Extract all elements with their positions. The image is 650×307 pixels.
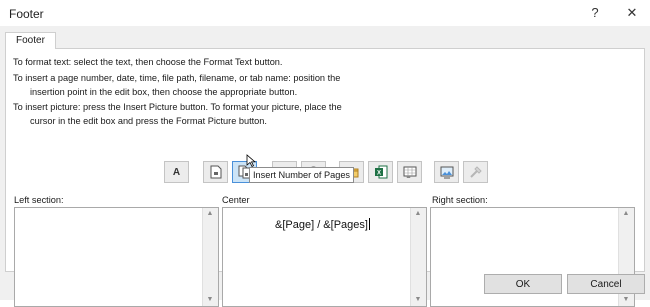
instruction-line: To format text: select the text, then ch…: [13, 57, 283, 67]
center-section-label: Center: [222, 195, 250, 205]
center-section-scrollbar[interactable]: ▲ ▼: [410, 208, 426, 306]
letter-a-icon: A: [172, 166, 181, 178]
instruction-line: insertion point in the edit box, then ch…: [30, 87, 298, 97]
tab-panel: To format text: select the text, then ch…: [5, 48, 645, 307]
window-title: Footer: [9, 7, 44, 21]
dialog-body: Footer To format text: select the text, …: [0, 26, 650, 307]
left-section-scrollbar[interactable]: ▲ ▼: [202, 208, 218, 306]
tab-footer[interactable]: Footer: [5, 32, 56, 49]
scroll-up-icon[interactable]: ▲: [622, 210, 630, 217]
sheet-tab-icon: [403, 166, 416, 178]
instruction-line: cursor in the edit box and press the For…: [30, 116, 267, 126]
close-icon[interactable]: ✕: [623, 4, 641, 22]
insert-page-number-button[interactable]: [203, 161, 228, 183]
excel-file-icon: X: [374, 165, 387, 179]
instruction-line: To insert picture: press the Insert Pict…: [13, 102, 342, 112]
left-section-editbox[interactable]: ▲ ▼: [14, 207, 219, 307]
insert-picture-button[interactable]: [434, 161, 459, 183]
picture-icon: [440, 166, 453, 178]
page-number-icon: [210, 165, 221, 179]
right-section-label: Right section:: [432, 195, 488, 205]
insert-sheet-name-button[interactable]: [397, 161, 422, 183]
mouse-pointer-icon: [246, 154, 256, 168]
scroll-up-icon[interactable]: ▲: [206, 210, 214, 217]
title-bar: Footer ? ✕: [0, 0, 650, 26]
format-text-button[interactable]: A: [164, 161, 189, 183]
scroll-up-icon[interactable]: ▲: [414, 210, 422, 217]
format-picture-icon: [469, 166, 482, 178]
center-section-text[interactable]: &[Page] / &[Pages]: [275, 218, 370, 231]
insert-file-name-button[interactable]: X: [368, 161, 393, 183]
cancel-button[interactable]: Cancel: [567, 274, 645, 294]
ok-button[interactable]: OK: [484, 274, 562, 294]
center-section-editbox[interactable]: &[Page] / &[Pages] ▲ ▼: [222, 207, 427, 307]
instruction-line: To insert a page number, date, time, fil…: [13, 73, 341, 83]
format-picture-button[interactable]: [463, 161, 488, 183]
svg-text:X: X: [376, 171, 380, 177]
left-section-label: Left section:: [14, 195, 64, 205]
help-icon[interactable]: ?: [586, 4, 604, 22]
tooltip: Insert Number of Pages: [249, 167, 355, 183]
text-caret: [368, 218, 370, 230]
